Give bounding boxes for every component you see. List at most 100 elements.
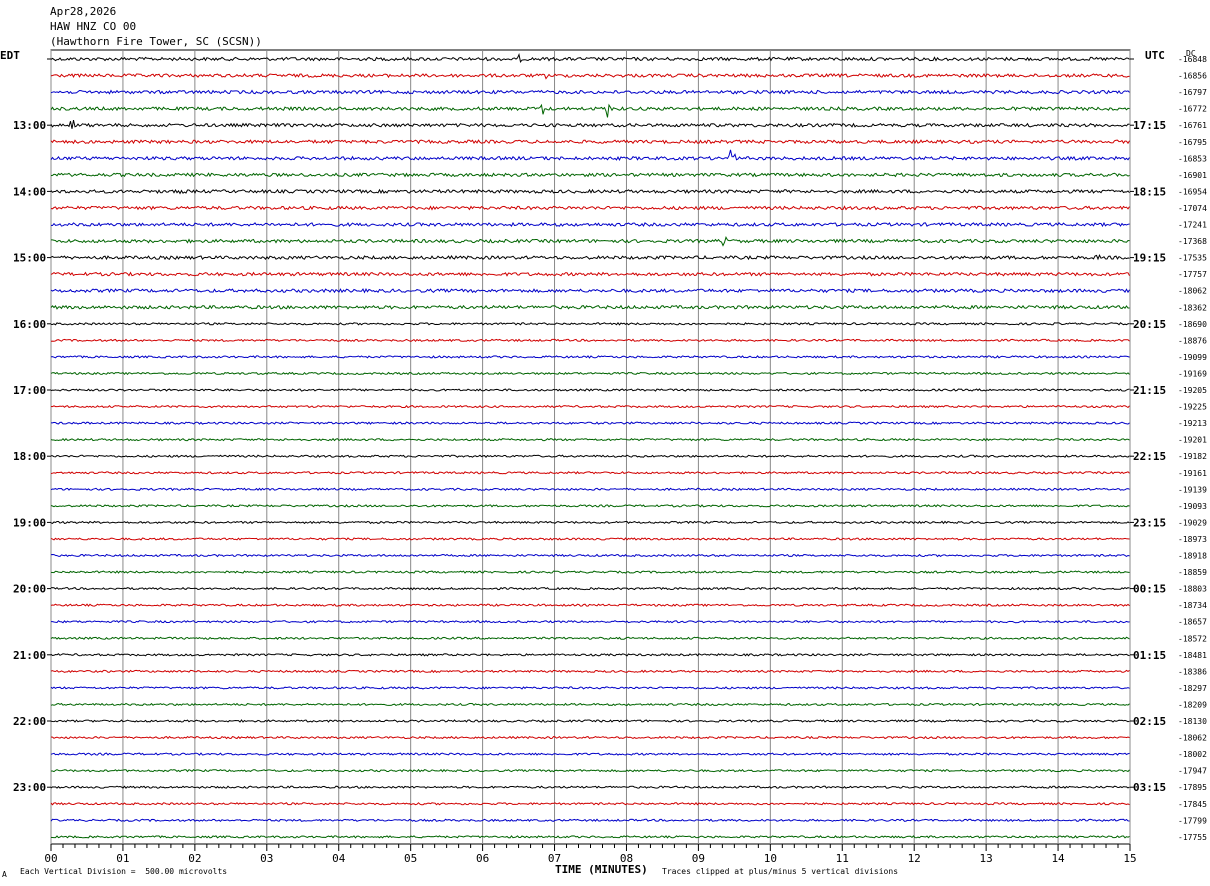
right-time-label: 01:15 [1133, 649, 1166, 662]
left-time-label: 13:00 [13, 119, 46, 132]
right-time-label: 23:15 [1133, 516, 1166, 529]
dc-offset-label: -16856 [1178, 72, 1207, 81]
dc-offset-label: -18859 [1178, 568, 1207, 577]
dc-offset-label: -16761 [1178, 121, 1207, 130]
trace-line [50, 271, 1130, 277]
trace-line [50, 553, 1130, 558]
dc-offset-label: -19182 [1178, 452, 1207, 461]
trace-line [50, 355, 1130, 359]
dc-offset-label: -18062 [1178, 734, 1207, 743]
trace-line [50, 470, 1130, 475]
dc-offset-label: -18002 [1178, 750, 1207, 759]
dc-offset-label: -19213 [1178, 419, 1207, 428]
trace-line [50, 537, 1130, 541]
left-time-label: 15:00 [13, 252, 46, 265]
x-tick-label: 09 [692, 852, 705, 865]
right-time-label: 00:15 [1133, 583, 1166, 596]
corner-mark: A [2, 870, 7, 879]
trace-line [50, 570, 1130, 574]
trace-line [50, 139, 1130, 145]
trace-line [51, 421, 1130, 425]
dc-offset-label: -19099 [1178, 353, 1207, 362]
dc-offset-label: -17895 [1178, 783, 1207, 792]
trace-line [50, 818, 1130, 823]
trace-line [50, 321, 1130, 326]
right-time-label: 02:15 [1133, 715, 1166, 728]
dc-offset-label: -19201 [1178, 436, 1207, 445]
dc-offset-label: -19093 [1178, 502, 1207, 511]
trace-line [50, 149, 1130, 161]
x-tick-label: 14 [1051, 852, 1065, 865]
dc-offset-label: -16772 [1178, 105, 1207, 114]
trace-line [50, 636, 1130, 640]
x-tick-label: 10 [764, 852, 777, 865]
dc-offset-label: -16954 [1178, 187, 1207, 196]
left-time-label: 22:00 [13, 715, 46, 728]
dc-offset-label: -17241 [1178, 221, 1207, 230]
trace-line [50, 719, 1130, 723]
trace-line [50, 785, 1130, 789]
x-tick-label: 02 [188, 852, 201, 865]
dc-offset-label: -17799 [1178, 816, 1207, 825]
dc-offset-label: -18803 [1178, 585, 1207, 594]
x-tick-label: 11 [836, 852, 849, 865]
dc-offset-label: -18876 [1178, 336, 1207, 345]
right-time-label: 18:15 [1133, 185, 1166, 198]
trace-line [50, 119, 1130, 129]
dc-offset-label: -19225 [1178, 403, 1207, 412]
vertical-scale-note: Each Vertical Division = 500.00 microvol… [20, 867, 228, 876]
right-time-label: 03:15 [1133, 781, 1166, 794]
x-tick-label: 04 [332, 852, 346, 865]
trace-line [50, 253, 1130, 261]
trace-line [50, 702, 1130, 707]
dc-offset-label: -18690 [1178, 320, 1207, 329]
dc-offset-label: -17947 [1178, 767, 1207, 776]
left-time-label: 17:00 [13, 384, 46, 397]
dc-offset-label: -19139 [1178, 485, 1207, 494]
dc-offset-label: -19029 [1178, 518, 1207, 527]
dc-offset-label: -18734 [1178, 601, 1207, 610]
dc-offset-label: -19205 [1178, 386, 1207, 395]
dc-offset-label: -18130 [1178, 717, 1207, 726]
trace-line [50, 603, 1130, 607]
trace-line [50, 205, 1130, 211]
x-tick-label: 06 [476, 852, 489, 865]
x-tick-label: 01 [116, 852, 129, 865]
dc-offset-label: -17368 [1178, 237, 1207, 246]
left-time-label: 21:00 [13, 649, 46, 662]
seismogram-plot: 00 01 02 03 04 05 06 07 08 09 10 11 12 13 14 15-16848-1… [13, 49, 1207, 865]
left-time-label: 18:00 [13, 450, 46, 463]
trace-line [50, 669, 1130, 674]
trace-line [50, 371, 1130, 376]
dc-offset-label: -18918 [1178, 552, 1207, 561]
right-time-label: 20:15 [1133, 318, 1166, 331]
trace-line [50, 404, 1130, 409]
dc-offset-label: -18386 [1178, 667, 1207, 676]
x-tick-label: 05 [404, 852, 417, 865]
left-time-label: 23:00 [13, 781, 46, 794]
trace-line [50, 520, 1130, 525]
dc-offset-label: -18572 [1178, 634, 1207, 643]
trace-line [50, 802, 1130, 806]
dc-offset-label: -18362 [1178, 303, 1207, 312]
x-tick-label: 15 [1123, 852, 1136, 865]
trace-line [50, 73, 1130, 80]
dc-offset-label: -17757 [1178, 270, 1207, 279]
trace-line [50, 172, 1130, 178]
trace-line [50, 504, 1130, 508]
trace-line [50, 304, 1130, 310]
right-time-label: 21:15 [1133, 384, 1166, 397]
trace-line [50, 653, 1130, 657]
trace-line [50, 835, 1130, 839]
trace-line [51, 620, 1130, 624]
dc-offset-label: -17074 [1178, 204, 1207, 213]
right-time-label: 17:15 [1133, 119, 1166, 132]
trace-line [50, 487, 1130, 492]
trace-line [50, 89, 1130, 95]
dc-offset-label: -18481 [1178, 651, 1207, 660]
trace-line [50, 437, 1130, 442]
left-time-label: 19:00 [13, 516, 46, 529]
trace-line [50, 188, 1130, 195]
dc-offset-label: -16853 [1178, 154, 1207, 163]
trace-line [50, 388, 1130, 392]
